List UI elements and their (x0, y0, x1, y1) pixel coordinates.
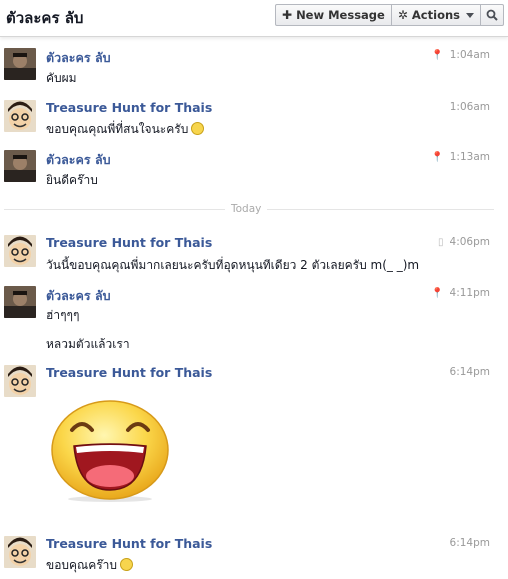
message-text: คับผม (46, 71, 77, 85)
location-pin-icon: 📍 (431, 288, 444, 299)
conversation-title: ตัวละคร ลับ (6, 9, 84, 27)
conversation-toolbar: ✚ New Message ✲ Actions (275, 4, 504, 26)
message-timestamp[interactable]: 1:06am (450, 101, 490, 113)
avatar[interactable] (4, 286, 36, 318)
message-timestamp[interactable]: 📍 1:13am (431, 151, 490, 163)
smile-emoticon-icon (120, 558, 134, 571)
plus-icon: ✚ (282, 8, 293, 22)
sender-name[interactable]: Treasure Hunt for Thais (46, 365, 212, 380)
message-text: ยินดีคร๊าบ (46, 173, 98, 187)
sender-name[interactable]: Treasure Hunt for Thais (46, 536, 212, 551)
gear-icon: ✲ (397, 8, 408, 22)
message-timestamp[interactable]: 📍 4:11pm (431, 287, 490, 299)
chevron-down-icon (466, 12, 474, 18)
search-icon (486, 9, 498, 21)
avatar[interactable] (4, 48, 36, 80)
actions-label: Actions (411, 8, 460, 22)
message-timestamp[interactable]: 6:14pm (450, 537, 490, 549)
message-text: วันนี้ขอบคุณคุณพี่มากเลยนะครับที่อุดหนุน… (46, 258, 420, 272)
avatar[interactable] (4, 100, 36, 132)
message-text: ขอบคุณคร๊าบ (46, 556, 134, 575)
sender-name[interactable]: ตัวละคร ลับ (46, 48, 111, 68)
new-message-label: New Message (296, 8, 385, 22)
smile-emoticon-icon (191, 122, 205, 135)
location-pin-icon: 📍 (431, 50, 444, 61)
sender-name[interactable]: Treasure Hunt for Thais (46, 100, 212, 115)
message-text: ขอบคุณคุณพี่ที่สนใจนะครับ (46, 120, 205, 139)
mobile-phone-icon: ▯ (438, 237, 444, 248)
message-text: หลวมตัวแล้วเรา (46, 337, 130, 351)
search-button[interactable] (481, 4, 504, 26)
message-timestamp[interactable]: 📍 1:04am (431, 49, 490, 61)
actions-button[interactable]: ✲ Actions (391, 4, 481, 26)
message-timestamp[interactable]: 6:14pm (450, 366, 490, 378)
avatar[interactable] (4, 536, 36, 568)
date-divider-label: Today (225, 203, 268, 215)
avatar[interactable] (4, 365, 36, 397)
conversation-header: ตัวละคร ลับ ✚ New Message ✲ Actions (0, 0, 508, 37)
avatar[interactable] (4, 235, 36, 267)
laughing-smiley-sticker[interactable] (50, 398, 170, 502)
location-pin-icon: 📍 (431, 152, 444, 163)
sender-name[interactable]: ตัวละคร ลับ (46, 286, 111, 306)
sender-name[interactable]: Treasure Hunt for Thais (46, 235, 212, 250)
message-timestamp[interactable]: ▯ 4:06pm (438, 236, 490, 248)
sender-name[interactable]: ตัวละคร ลับ (46, 150, 111, 170)
new-message-button[interactable]: ✚ New Message (275, 4, 392, 26)
avatar[interactable] (4, 150, 36, 182)
message-text: ฮ่าๆๆๆ (46, 308, 80, 322)
